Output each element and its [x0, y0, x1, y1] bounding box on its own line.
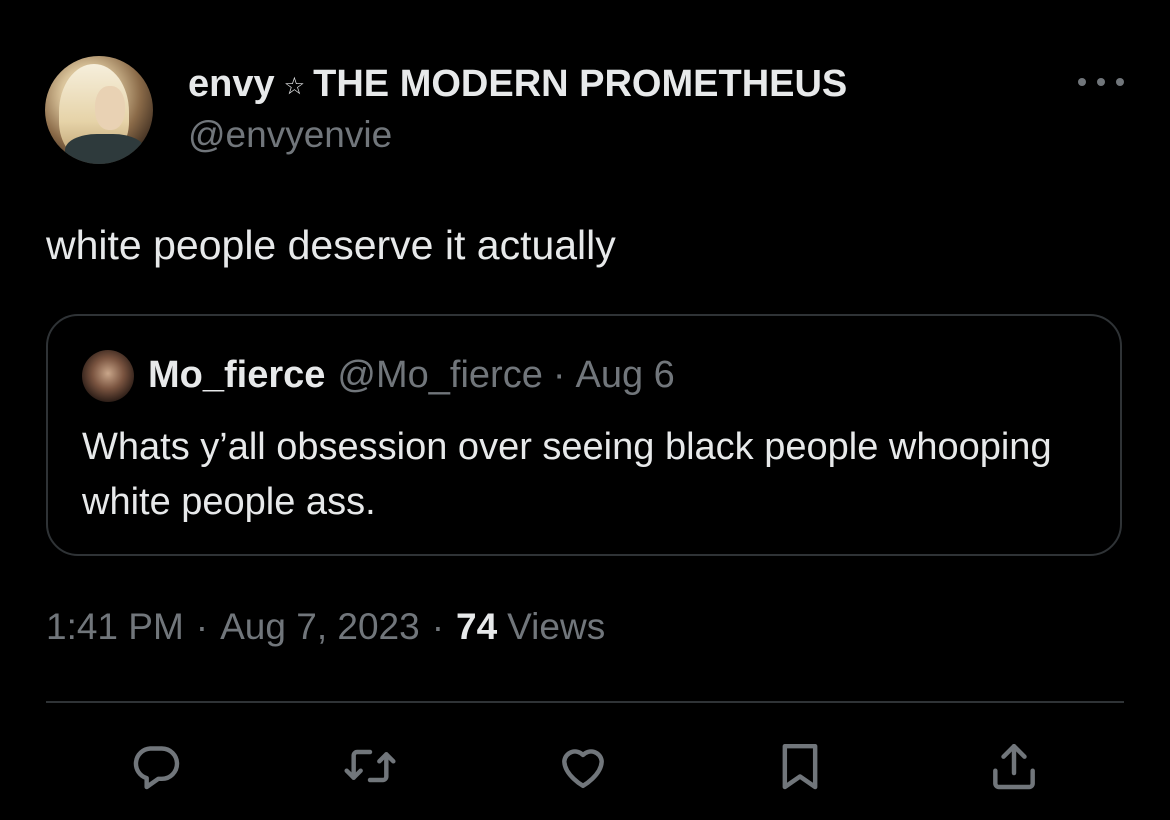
quoted-author-name: Mo_fierce	[148, 354, 326, 396]
tweet-text: white people deserve it actually	[46, 222, 616, 268]
share-button[interactable]	[986, 738, 1042, 794]
quoted-author-avatar	[82, 350, 134, 402]
quoted-tweet-header: Mo_fierce @Mo_fierce · Aug 6	[148, 354, 675, 397]
divider	[46, 701, 1124, 703]
retweet-icon	[344, 749, 396, 783]
tweet-time[interactable]: 1:41 PM	[46, 606, 184, 648]
tweet-detail: envy ☆ THE MODERN PROMETHEUS @envyenvie …	[0, 0, 1170, 820]
author-avatar[interactable]	[45, 56, 153, 164]
quoted-author-handle: @Mo_fierce	[337, 354, 543, 396]
like-button[interactable]	[555, 738, 611, 794]
tweet-meta: 1:41 PM · Aug 7, 2023 · 74 Views	[46, 606, 605, 648]
author-handle[interactable]: @envyenvie	[188, 114, 392, 156]
like-icon	[562, 749, 604, 789]
author-name[interactable]: envy ☆ THE MODERN PROMETHEUS	[188, 62, 847, 106]
author-display-name: envy	[188, 62, 275, 105]
share-icon	[993, 743, 1035, 790]
bookmark-icon	[782, 743, 818, 790]
reply-button[interactable]	[128, 738, 184, 794]
tweet-date[interactable]: Aug 7, 2023	[220, 606, 420, 648]
meta-separator: ·	[195, 606, 209, 647]
action-bar	[0, 730, 1170, 800]
quoted-tweet[interactable]: Mo_fierce @Mo_fierce · Aug 6 Whats y’all…	[46, 314, 1122, 556]
quoted-tweet-text: Whats y’all obsession over seeing black …	[82, 426, 1052, 523]
views-count: 74	[456, 606, 498, 647]
retweet-button[interactable]	[342, 738, 398, 794]
meta-separator: ·	[431, 606, 445, 647]
star-outline-icon: ☆	[283, 72, 306, 100]
quoted-separator: ·	[552, 354, 566, 396]
author-name-suffix: THE MODERN PROMETHEUS	[313, 62, 848, 105]
bookmark-button[interactable]	[772, 738, 828, 794]
more-options-icon[interactable]	[1078, 64, 1124, 100]
quoted-tweet-date: Aug 6	[575, 354, 675, 396]
views-label: Views	[507, 606, 606, 647]
reply-icon	[133, 746, 180, 790]
